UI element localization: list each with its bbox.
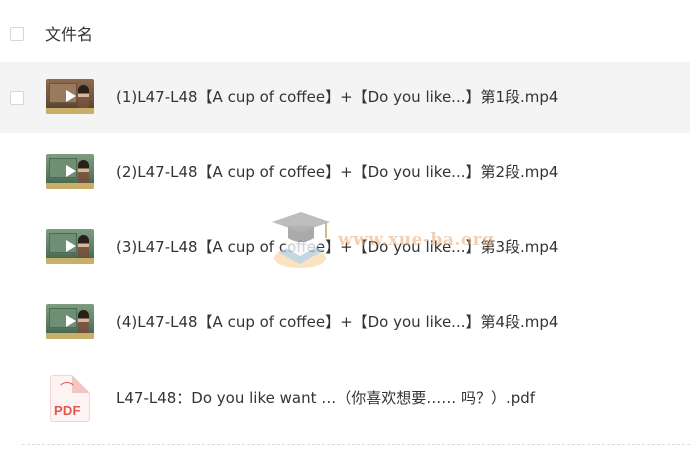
file-row[interactable]: (4)L47-L48【A cup of coffee】+【Do you like… [0,287,690,358]
file-row[interactable]: (2)L47-L48【A cup of coffee】+【Do you like… [0,137,690,208]
file-name-link[interactable]: (4)L47-L48【A cup of coffee】+【Do you like… [116,311,558,333]
video-thumbnail-icon[interactable] [46,304,94,339]
file-row-checkbox[interactable] [10,91,24,105]
file-list-header: 文件名 [0,0,690,62]
video-thumbnail-icon[interactable] [46,79,94,114]
file-list-page: 文件名 (1)L47-L48【A cup of coffee】+【Do you … [0,0,690,452]
play-icon [66,240,76,252]
file-name-link[interactable]: (3)L47-L48【A cup of coffee】+【Do you like… [116,236,558,258]
file-name-link[interactable]: (1)L47-L48【A cup of coffee】+【Do you like… [116,86,558,108]
play-icon [66,315,76,327]
play-icon [66,90,76,102]
select-all-checkbox[interactable] [10,27,24,41]
video-thumbnail-icon[interactable] [46,229,94,264]
list-divider [22,444,690,445]
play-icon [66,165,76,177]
column-header-filename[interactable]: 文件名 [45,24,93,46]
file-row[interactable]: (1)L47-L48【A cup of coffee】+【Do you like… [0,62,690,133]
video-thumbnail-icon[interactable] [46,154,94,189]
file-name-link[interactable]: (2)L47-L48【A cup of coffee】+【Do you like… [116,161,558,183]
pdf-file-icon[interactable]: ⌒ PDF [50,375,90,422]
file-name-link[interactable]: L47-L48：Do you like want …（你喜欢想要…… 吗？）.p… [116,387,535,409]
file-row[interactable]: ⌒ PDF L47-L48：Do you like want …（你喜欢想要……… [0,360,690,431]
pdf-icon-label: PDF [54,403,81,418]
file-row[interactable]: (3)L47-L48【A cup of coffee】+【Do you like… [0,212,690,283]
acrobat-icon: ⌒ [60,382,74,398]
